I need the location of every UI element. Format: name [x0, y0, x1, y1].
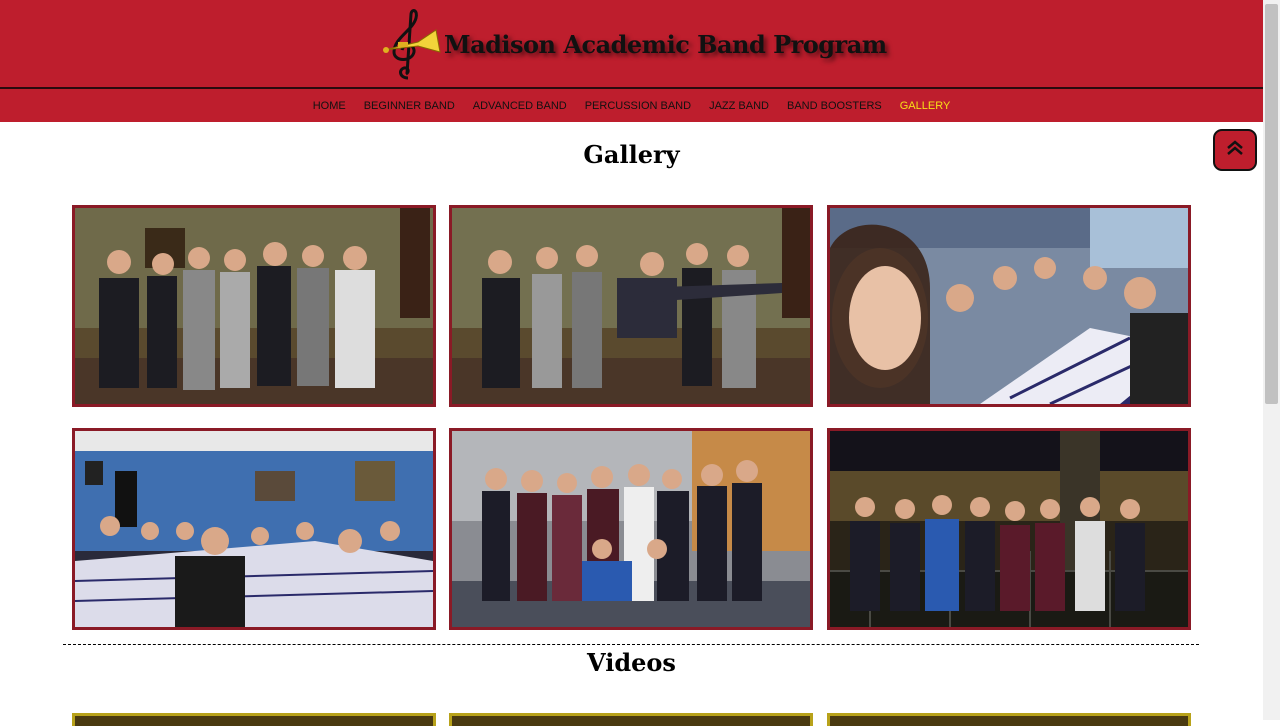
gallery-photo-2[interactable] [449, 205, 813, 407]
trumpet-logo-icon[interactable] [378, 8, 442, 80]
page-scrollbar-thumb[interactable] [1265, 4, 1278, 404]
nav-item-percussion-band[interactable]: PERCUSSION BAND [585, 100, 691, 112]
gallery-photo-3[interactable] [827, 205, 1191, 407]
nav-item-gallery[interactable]: GALLERY [900, 100, 951, 112]
gallery-photo-5[interactable] [449, 428, 813, 630]
scroll-to-top-button[interactable] [1213, 129, 1257, 171]
nav-item-jazz-band[interactable]: JAZZ BAND [709, 100, 769, 112]
main-nav: HOME BEGINNER BAND ADVANCED BAND PERCUSS… [0, 89, 1263, 122]
site-title[interactable]: Madison Academic Band Program [444, 30, 887, 59]
gallery-photo-6[interactable] [827, 428, 1191, 630]
nav-item-beginner-band[interactable]: BEGINNER BAND [364, 100, 455, 112]
gallery-photo-4[interactable] [72, 428, 436, 630]
double-chevron-up-icon [1226, 139, 1244, 162]
gallery-photo-1[interactable] [72, 205, 436, 407]
nav-item-home[interactable]: HOME [313, 100, 346, 112]
site-header: Madison Academic Band Program [0, 0, 1263, 89]
gallery-title: Gallery [583, 140, 680, 169]
section-divider [63, 644, 1199, 645]
nav-item-band-boosters[interactable]: BAND BOOSTERS [787, 100, 882, 112]
nav-item-advanced-band[interactable]: ADVANCED BAND [473, 100, 567, 112]
videos-title: Videos [587, 648, 676, 677]
